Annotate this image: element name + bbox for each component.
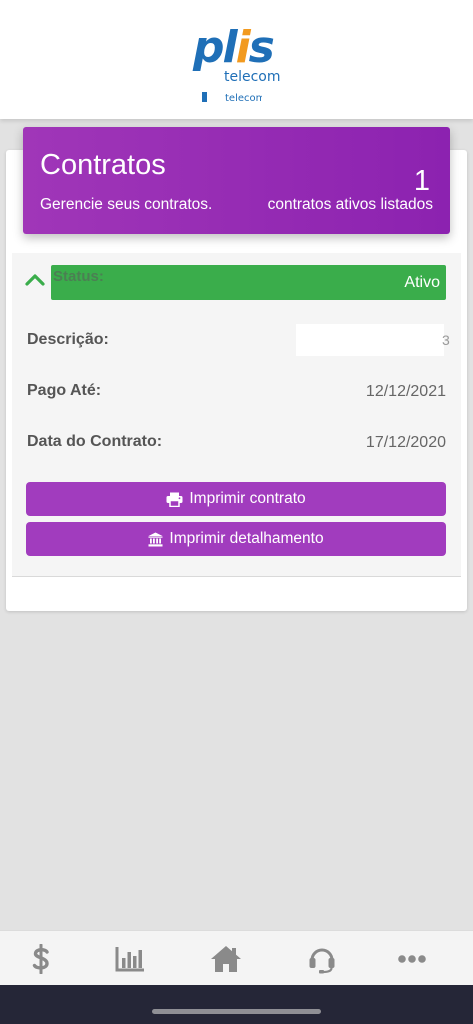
chevron-up-icon[interactable] bbox=[24, 271, 46, 287]
page-subtitle: Gerencie seus contratos. bbox=[40, 196, 213, 213]
home-indicator[interactable] bbox=[152, 1009, 321, 1014]
contract-date-label: Data do Contrato: bbox=[27, 433, 163, 450]
home-icon bbox=[211, 945, 241, 972]
bank-icon bbox=[148, 532, 163, 546]
plis-telecom-logo: plis telecom telecom bbox=[193, 26, 293, 110]
nav-consumption[interactable] bbox=[100, 931, 160, 986]
description-value-tail: 3 bbox=[442, 332, 450, 348]
print-details-button[interactable]: Imprimir detalhamento bbox=[26, 522, 446, 556]
nav-home[interactable] bbox=[196, 931, 256, 986]
contracts-banner: Contratos Gerencie seus contratos. 1 con… bbox=[23, 127, 450, 234]
chart-icon bbox=[115, 946, 144, 971]
nav-financial[interactable] bbox=[11, 931, 71, 986]
status-badge: Status: Ativo bbox=[51, 265, 446, 300]
active-contracts-count: 1 bbox=[413, 165, 430, 197]
nav-more[interactable] bbox=[382, 931, 442, 986]
print-contract-label: Imprimir contrato bbox=[189, 490, 306, 507]
printer-icon bbox=[166, 492, 183, 507]
logo-subtitle: telecom bbox=[224, 69, 281, 85]
print-contract-button[interactable]: Imprimir contrato bbox=[26, 482, 446, 516]
description-label: Descrição: bbox=[27, 331, 109, 348]
system-home-bar bbox=[0, 985, 473, 1024]
print-details-label: Imprimir detalhamento bbox=[169, 530, 324, 547]
active-contracts-label: contratos ativos listados bbox=[267, 196, 433, 213]
logo-wordmark: plis bbox=[193, 22, 275, 73]
more-icon bbox=[398, 954, 426, 963]
description-value-redacted bbox=[296, 324, 444, 356]
app-header: plis telecom telecom bbox=[0, 0, 473, 119]
page-title: Contratos bbox=[40, 149, 166, 181]
contract-panel: Status: Ativo Descrição: 3 Pago Até: 12/… bbox=[12, 253, 461, 577]
bottom-nav bbox=[0, 930, 473, 985]
nav-support[interactable] bbox=[292, 931, 352, 986]
status-label: Status: bbox=[53, 268, 104, 285]
contract-date-value: 17/12/2020 bbox=[365, 434, 446, 451]
logo-ghost-duplicate: telecom bbox=[202, 92, 262, 106]
support-icon bbox=[309, 948, 335, 973]
paid-until-label: Pago Até: bbox=[27, 382, 102, 399]
dollar-icon bbox=[32, 943, 49, 974]
status-value: Ativo bbox=[404, 274, 440, 291]
paid-until-value: 12/12/2021 bbox=[365, 383, 446, 400]
